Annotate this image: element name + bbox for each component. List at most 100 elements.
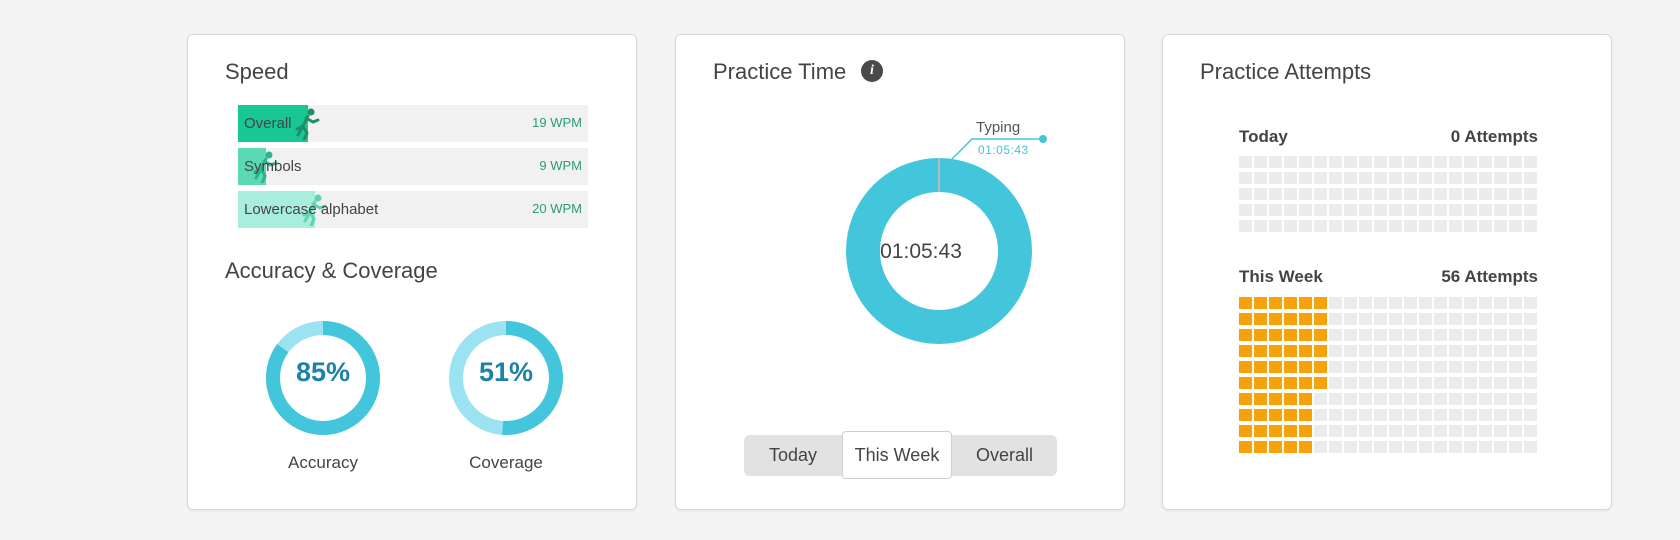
attempt-cell — [1314, 297, 1327, 309]
attempt-cell — [1464, 425, 1477, 437]
attempt-cell — [1509, 361, 1522, 373]
attempt-cell — [1479, 361, 1492, 373]
attempt-cell — [1269, 204, 1282, 216]
attempt-cell — [1524, 156, 1537, 168]
attempt-cell — [1269, 329, 1282, 341]
practice-attempts-title: Practice Attempts — [1200, 59, 1372, 84]
attempt-cell — [1254, 425, 1267, 437]
speed-label-overall: Overall — [244, 115, 292, 132]
attempt-cell — [1299, 393, 1312, 405]
attempt-cell — [1329, 220, 1342, 232]
today-attempts-grid — [1239, 156, 1537, 232]
attempt-cell — [1344, 329, 1357, 341]
attempt-cell — [1479, 377, 1492, 389]
attempt-cell — [1239, 393, 1252, 405]
attempt-cell — [1524, 345, 1537, 357]
attempt-cell — [1254, 313, 1267, 325]
attempt-cell — [1464, 329, 1477, 341]
attempt-cell — [1284, 345, 1297, 357]
attempt-cell — [1449, 297, 1462, 309]
practice-time-card: Practice Time i Typing 01:05:43 01:05:43… — [675, 34, 1125, 510]
attempt-cell — [1329, 345, 1342, 357]
attempt-cell — [1419, 345, 1432, 357]
attempt-cell — [1254, 297, 1267, 309]
attempt-cell — [1284, 204, 1297, 216]
speed-value-lowercase: 20 WPM — [532, 201, 582, 216]
attempt-cell — [1464, 409, 1477, 421]
attempt-cell — [1389, 409, 1402, 421]
speed-row-overall: Overall 19 WPM — [238, 105, 588, 142]
attempt-cell — [1239, 297, 1252, 309]
attempt-cell — [1509, 329, 1522, 341]
attempt-cell — [1329, 313, 1342, 325]
attempt-cell — [1359, 204, 1372, 216]
attempt-cell — [1404, 172, 1417, 184]
attempt-cell — [1389, 188, 1402, 200]
attempt-cell — [1494, 313, 1507, 325]
attempt-cell — [1419, 409, 1432, 421]
attempt-cell — [1284, 220, 1297, 232]
attempt-cell — [1344, 441, 1357, 453]
attempt-cell — [1329, 297, 1342, 309]
attempt-cell — [1389, 329, 1402, 341]
attempt-cell — [1329, 441, 1342, 453]
attempt-cell — [1359, 329, 1372, 341]
attempt-cell — [1344, 361, 1357, 373]
attempt-cell — [1494, 204, 1507, 216]
attempt-cell — [1389, 156, 1402, 168]
attempt-cell — [1404, 188, 1417, 200]
attempt-cell — [1524, 313, 1537, 325]
attempt-cell — [1449, 377, 1462, 389]
attempt-cell — [1389, 393, 1402, 405]
attempt-cell — [1434, 220, 1447, 232]
attempt-cell — [1344, 313, 1357, 325]
attempt-cell — [1254, 377, 1267, 389]
attempt-cell — [1464, 393, 1477, 405]
attempt-cell — [1419, 188, 1432, 200]
speed-title: Speed — [225, 59, 289, 84]
attempt-cell — [1494, 377, 1507, 389]
attempt-cell — [1389, 441, 1402, 453]
attempt-cell — [1389, 377, 1402, 389]
attempt-cell — [1419, 313, 1432, 325]
attempt-cell — [1464, 297, 1477, 309]
attempt-cell — [1404, 441, 1417, 453]
attempt-cell — [1374, 156, 1387, 168]
attempt-cell — [1329, 156, 1342, 168]
attempt-cell — [1374, 313, 1387, 325]
attempt-cell — [1434, 172, 1447, 184]
attempt-cell — [1434, 361, 1447, 373]
tab-overall[interactable]: Overall — [952, 435, 1057, 476]
attempt-cell — [1449, 188, 1462, 200]
attempt-cell — [1284, 297, 1297, 309]
attempt-cell — [1509, 220, 1522, 232]
attempt-cell — [1254, 188, 1267, 200]
attempt-cell — [1494, 297, 1507, 309]
attempt-cell — [1524, 220, 1537, 232]
accuracy-label: Accuracy — [288, 453, 358, 472]
attempt-cell — [1464, 188, 1477, 200]
attempt-cell — [1404, 204, 1417, 216]
attempt-cell — [1254, 393, 1267, 405]
attempt-cell — [1359, 156, 1372, 168]
attempt-cell — [1449, 393, 1462, 405]
attempt-cell — [1344, 172, 1357, 184]
speed-value-overall: 19 WPM — [532, 115, 582, 130]
attempt-cell — [1359, 297, 1372, 309]
attempt-cell — [1374, 329, 1387, 341]
attempt-cell — [1239, 156, 1252, 168]
attempt-cell — [1299, 188, 1312, 200]
attempt-cell — [1299, 204, 1312, 216]
attempt-cell — [1464, 345, 1477, 357]
tab-today[interactable]: Today — [744, 435, 842, 476]
attempt-cell — [1479, 345, 1492, 357]
attempt-cell — [1404, 361, 1417, 373]
speed-row-symbols: Symbols 9 WPM — [238, 148, 588, 185]
attempt-cell — [1314, 409, 1327, 421]
attempt-cell — [1359, 377, 1372, 389]
attempt-cell — [1284, 409, 1297, 421]
attempt-cell — [1299, 361, 1312, 373]
attempt-cell — [1299, 425, 1312, 437]
attempt-cell — [1479, 329, 1492, 341]
tab-this-week[interactable]: This Week — [842, 431, 952, 479]
